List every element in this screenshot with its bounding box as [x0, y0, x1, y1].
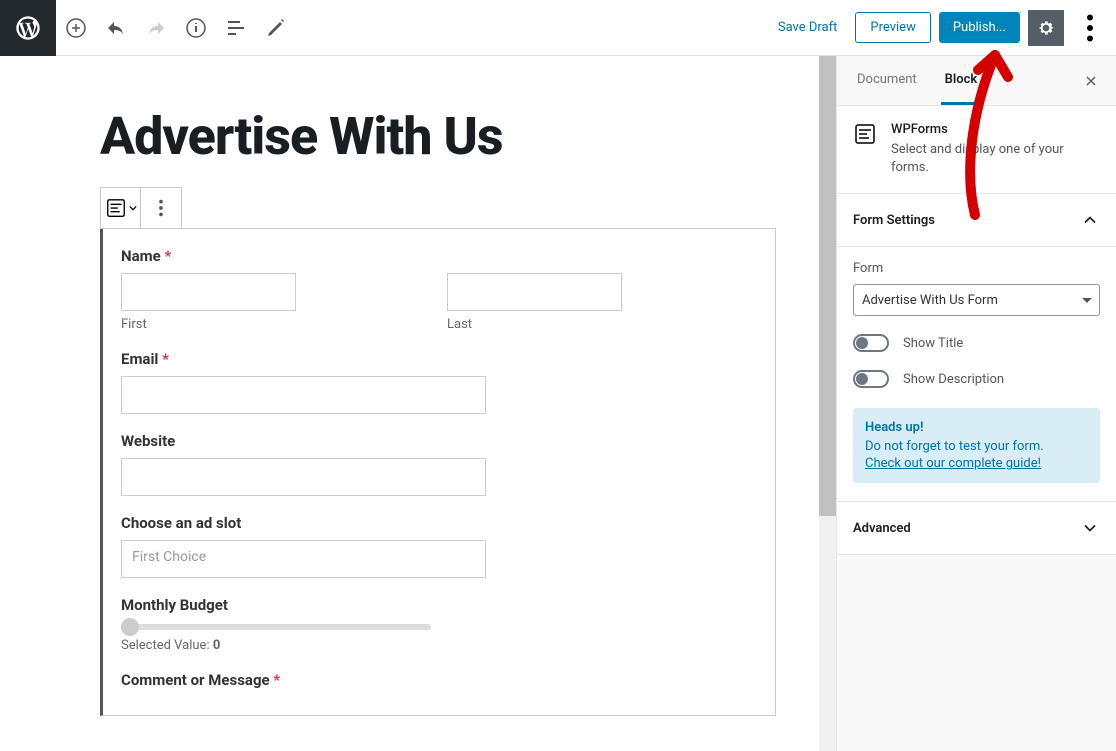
panel-form-settings[interactable]: Form Settings [837, 194, 1116, 247]
show-title-label: Show Title [903, 336, 963, 351]
heads-up-notice: Heads up! Do not forget to test your for… [853, 408, 1100, 483]
budget-slider[interactable] [121, 624, 431, 630]
editor-scrollbar[interactable] [819, 56, 836, 751]
editor-toolbar: Save Draft Preview Publish... [0, 0, 1116, 56]
first-sublabel: First [121, 317, 431, 332]
scrollbar-thumb[interactable] [819, 56, 836, 516]
first-name-input[interactable] [121, 273, 296, 311]
page-title[interactable]: Advertise With Us [100, 106, 776, 167]
block-type-button[interactable] [101, 188, 141, 228]
publish-button[interactable]: Publish... [939, 12, 1020, 43]
block-info-section: WPForms Select and display one of your f… [837, 106, 1116, 194]
save-draft-button[interactable]: Save Draft [768, 20, 848, 35]
show-title-toggle[interactable] [853, 334, 889, 352]
block-toolbar [100, 187, 182, 229]
slider-thumb[interactable] [121, 618, 139, 636]
budget-value-text: Selected Value: 0 [121, 638, 757, 653]
comment-label: Comment or Message * [121, 671, 757, 689]
dots-vertical-icon [150, 197, 172, 219]
form-settings-body: Form Advertise With Us Form Show Title S… [837, 247, 1116, 502]
sidebar-tabs: Document Block [837, 56, 1116, 106]
notice-text: Do not forget to test your form. [865, 439, 1088, 454]
add-block-button[interactable] [58, 10, 94, 46]
block-name: WPForms [891, 122, 1100, 137]
settings-sidebar: Document Block WPForms Select and displa… [836, 56, 1116, 751]
edit-mode-button[interactable] [258, 10, 294, 46]
settings-button[interactable] [1028, 10, 1064, 46]
more-menu-button[interactable] [1072, 10, 1108, 46]
toolbar-left [0, 0, 296, 55]
info-icon [184, 16, 208, 40]
wpforms-block[interactable]: Name * First Last Email * [100, 228, 776, 716]
last-name-input[interactable] [447, 273, 622, 311]
website-input[interactable] [121, 458, 486, 496]
name-label: Name * [121, 247, 757, 265]
chevron-up-icon [1080, 210, 1100, 230]
notice-link[interactable]: Check out our complete guide! [865, 456, 1041, 471]
close-icon [1083, 73, 1099, 89]
form-select[interactable]: Advertise With Us Form [853, 284, 1100, 316]
outline-button[interactable] [218, 10, 254, 46]
redo-icon [144, 16, 168, 40]
undo-icon [104, 16, 128, 40]
list-icon [224, 16, 248, 40]
email-input[interactable] [121, 376, 486, 414]
gear-icon [1036, 18, 1056, 38]
show-description-toggle[interactable] [853, 370, 889, 388]
form-select-label: Form [853, 261, 1100, 276]
preview-button[interactable]: Preview [855, 12, 930, 43]
block-more-button[interactable] [141, 188, 181, 228]
block-description: Select and display one of your forms. [891, 141, 1100, 177]
dropdown-icon [129, 204, 137, 212]
wordpress-icon [14, 14, 42, 42]
panel-advanced[interactable]: Advanced [837, 501, 1116, 555]
editor-area: Advertise With Us Name * First [0, 56, 836, 751]
tab-document[interactable]: Document [853, 56, 921, 105]
adslot-select[interactable]: First Choice [121, 540, 486, 578]
chevron-down-icon [1080, 518, 1100, 538]
toolbar-right: Save Draft Preview Publish... [768, 10, 1116, 46]
last-sublabel: Last [447, 317, 757, 332]
wpforms-icon [853, 122, 877, 177]
tab-block[interactable]: Block [941, 56, 982, 105]
pencil-icon [264, 16, 288, 40]
info-button[interactable] [178, 10, 214, 46]
adslot-label: Choose an ad slot [121, 514, 757, 532]
email-label: Email * [121, 350, 757, 368]
dots-vertical-icon [1072, 10, 1108, 46]
plus-circle-icon [64, 16, 88, 40]
wordpress-logo[interactable] [0, 0, 56, 56]
close-sidebar-button[interactable] [1076, 66, 1106, 96]
notice-title: Heads up! [865, 420, 1088, 435]
website-label: Website [121, 432, 757, 450]
redo-button[interactable] [138, 10, 174, 46]
show-description-label: Show Description [903, 372, 1004, 387]
form-icon [105, 197, 127, 219]
undo-button[interactable] [98, 10, 134, 46]
budget-label: Monthly Budget [121, 596, 757, 614]
